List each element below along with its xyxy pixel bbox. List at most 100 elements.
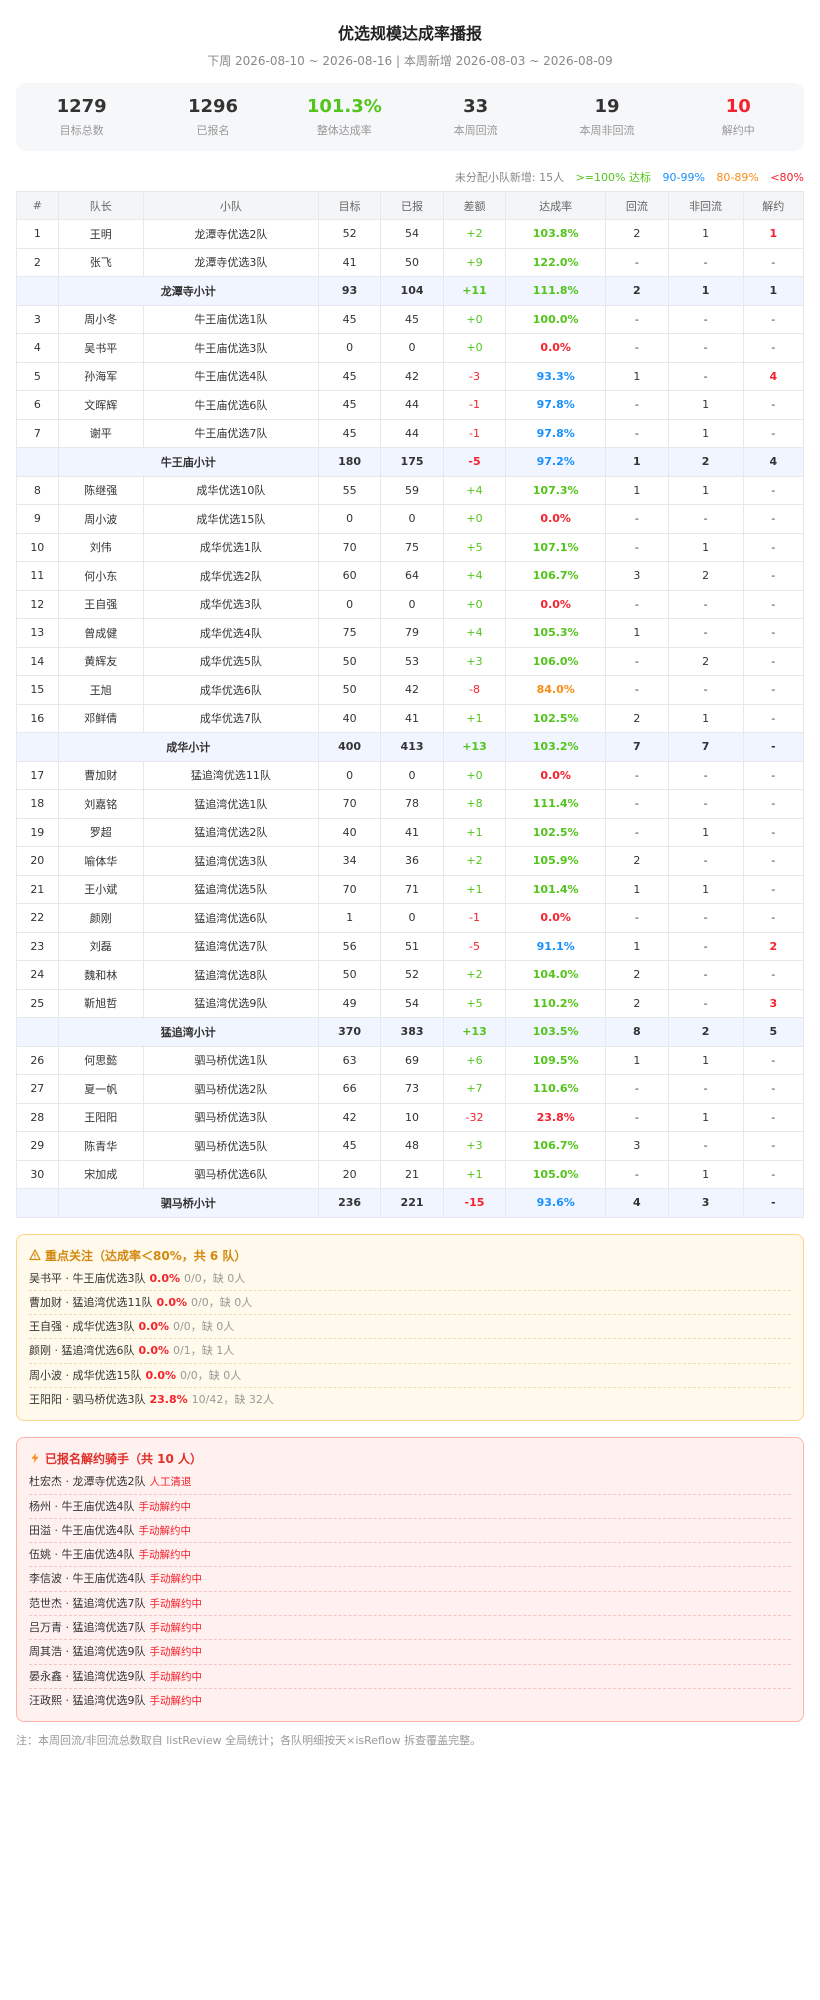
cell-team: 成华优选7队 [142, 703, 319, 733]
cell-reflow: 3 [605, 561, 669, 591]
cell-diff: +1 [442, 817, 507, 847]
subtotal-label: 牛王庙小计 [57, 447, 319, 477]
cell-diff: +3 [442, 1131, 507, 1161]
cell-no: 11 [16, 561, 59, 591]
table-row: 17 曹加财 猛追湾优选11队 0 0 +0 0.0% - - - [16, 760, 805, 790]
table-row: 22 颜刚 猛追湾优选6队 1 0 -1 0.0% - - - [16, 903, 805, 933]
cell-cancel: 4 [742, 361, 805, 391]
table-row: 14 黄辉友 成华优选5队 50 53 +3 106.0% -2- [16, 646, 805, 676]
cell-target: 52 [317, 219, 382, 249]
cell-target: 70 [317, 532, 382, 562]
cell-reflow: - [605, 504, 669, 534]
stat-label: 解约中 [721, 124, 755, 137]
stat-card: 19 本周非回流 [541, 96, 672, 138]
cell-diff: +5 [442, 532, 507, 562]
focus-meta: 0/0，缺 0人 [180, 1368, 242, 1382]
cell-team: 成华优选5队 [142, 646, 319, 676]
column-header: 目标 [317, 191, 382, 220]
focus-meta: 0/0，缺 0人 [191, 1295, 253, 1309]
cell-nonreflow: - [667, 1131, 744, 1161]
cell-nonreflow: - [667, 931, 744, 961]
cell-cancel: - [742, 1074, 805, 1104]
cell-cancel: - [742, 960, 805, 990]
cell-signed: 79 [380, 618, 444, 648]
cell-team: 猛追湾优选3队 [142, 846, 319, 876]
cell-team: 成华优选6队 [142, 675, 319, 705]
cell-signed: 0 [380, 504, 444, 534]
subtotal-label: 猛追湾小计 [57, 1017, 319, 1047]
focus-meta: 10/42，缺 32人 [191, 1392, 274, 1406]
cell-team: 成华优选3队 [142, 589, 319, 619]
cancel-status: 手动解约中 [149, 1670, 203, 1683]
cell-team: 成华优选15队 [142, 504, 319, 534]
cell-cancel: 3 [742, 988, 805, 1018]
cell-cancel: - [742, 1188, 805, 1218]
cell-captain: 吴书平 [57, 333, 144, 363]
table-row: 30 宋加成 驷马桥优选6队 20 21 +1 105.0% -1- [16, 1159, 805, 1189]
cell-team: 成华优选2队 [142, 561, 319, 591]
cell-nonreflow: - [667, 304, 744, 334]
cell-target: 60 [317, 561, 382, 591]
cancel-title: 已报名解约骑手（共 10 人） [45, 1452, 203, 1467]
cancel-rider: 田溢 · 牛王庙优选4队 [29, 1523, 135, 1537]
cell-target: 75 [317, 618, 382, 648]
cancel-item: 杨州 · 牛王庙优选4队 手动解约中 [29, 1495, 791, 1519]
cell-target: 0 [317, 504, 382, 534]
cell-team: 猛追湾优选2队 [142, 817, 319, 847]
cell-target: 55 [317, 475, 382, 505]
cell-diff: +7 [442, 1074, 507, 1104]
cell-cancel: 5 [742, 1017, 805, 1047]
cell-rate: 106.7% [505, 561, 607, 591]
cell-rate: 101.4% [505, 874, 607, 904]
table-row: 27 夏一帆 驷马桥优选2队 66 73 +7 110.6% - - - [16, 1074, 805, 1104]
cell-rate: 97.8% [505, 418, 607, 448]
cell-captain: 刘伟 [57, 532, 144, 562]
cell-team: 猛追湾优选5队 [142, 874, 319, 904]
cell-nonreflow: - [667, 960, 744, 990]
cell-rate: 105.9% [505, 846, 607, 876]
focus-team: 曹加财 · 猛追湾优选11队 [29, 1295, 153, 1309]
column-header: 达成率 [505, 191, 607, 220]
cell-signed: 54 [380, 219, 444, 249]
subtotal-row: 猛追湾小计 370 383 +13 103.5% 8 2 5 [16, 1017, 805, 1047]
cell-nonreflow: - [667, 247, 744, 277]
cell-captain: 何小东 [57, 561, 144, 591]
focus-team: 王阳阳 · 驷马桥优选3队 [29, 1392, 146, 1406]
cell-rate: 110.6% [505, 1074, 607, 1104]
cell-nonreflow: - [667, 618, 744, 648]
cell-signed: 175 [380, 447, 444, 477]
cell-reflow: 1 [605, 618, 669, 648]
cell-captain: 周小冬 [57, 304, 144, 334]
subtotal-row: 龙潭寺小计 93 104 +11 111.8% 2 1 1 [16, 276, 805, 306]
focus-item: 王自强 · 成华优选3队 0.0% 0/0，缺 0人 [29, 1315, 791, 1340]
cell-team: 猛追湾优选7队 [142, 931, 319, 961]
cell-signed: 36 [380, 846, 444, 876]
cell-no: 10 [16, 532, 59, 562]
focus-rate: 0.0% [156, 1295, 188, 1309]
cell-team: 驷马桥优选1队 [142, 1045, 319, 1075]
cell-no: 23 [16, 931, 59, 961]
table-row: 11 何小东 成华优选2队 60 64 +4 106.7% 3 2- [16, 561, 805, 591]
cell-nonreflow: - [667, 760, 744, 790]
cell-diff: +4 [442, 618, 507, 648]
cell-captain: 魏和林 [57, 960, 144, 990]
cell-reflow: - [605, 646, 669, 676]
cell-signed: 0 [380, 333, 444, 363]
cell-team: 驷马桥优选5队 [142, 1131, 319, 1161]
cell-no: 2 [16, 247, 59, 277]
cell-no: 26 [16, 1045, 59, 1075]
cell-cancel: 2 [742, 931, 805, 961]
cell-reflow: - [605, 817, 669, 847]
cell-captain: 靳旭哲 [57, 988, 144, 1018]
cell-rate: 0.0% [505, 903, 607, 933]
column-header: 回流 [605, 191, 669, 220]
cell-captain: 文晖辉 [57, 390, 144, 420]
cell-rate: 103.5% [505, 1017, 607, 1047]
cell-team: 驷马桥优选3队 [142, 1102, 319, 1132]
cell-no: 28 [16, 1102, 59, 1132]
cell-target: 370 [317, 1017, 382, 1047]
cell-reflow: 4 [605, 1188, 669, 1218]
cell-signed: 69 [380, 1045, 444, 1075]
cell-diff: +3 [442, 646, 507, 676]
cell-diff: +2 [442, 846, 507, 876]
